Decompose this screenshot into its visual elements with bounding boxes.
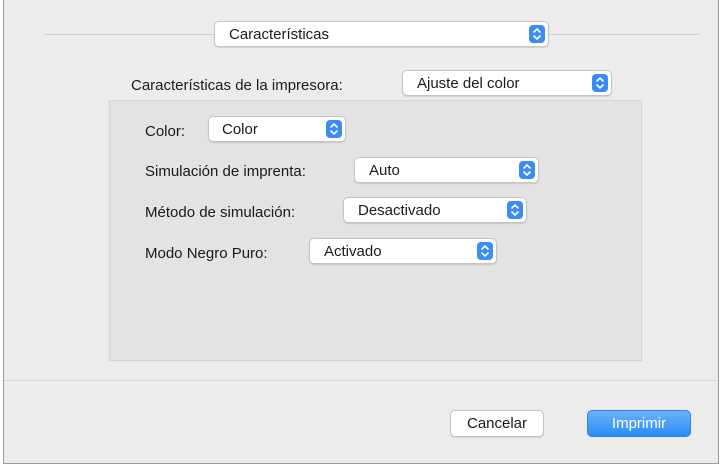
simulation-method-value: Desactivado	[358, 202, 441, 219]
updown-chevron-icon	[507, 201, 523, 219]
print-button[interactable]: Imprimir	[587, 410, 691, 437]
black-mode-value: Activado	[324, 243, 382, 260]
color-label: Color:	[145, 123, 186, 140]
top-separator-left	[44, 34, 214, 35]
section-select-value: Características	[229, 26, 330, 43]
printer-features-select[interactable]: Ajuste del color	[402, 70, 612, 96]
bottom-separator	[4, 380, 718, 381]
updown-chevron-icon	[326, 120, 342, 138]
updown-chevron-icon	[519, 161, 535, 179]
updown-chevron-icon	[529, 25, 545, 43]
cancel-button[interactable]: Cancelar	[450, 410, 544, 437]
color-select-value: Color	[222, 121, 258, 138]
color-select[interactable]: Color	[208, 116, 346, 142]
press-simulation-value: Auto	[369, 162, 400, 179]
updown-chevron-icon	[477, 242, 493, 260]
top-separator-right	[549, 34, 699, 35]
printer-features-label: Características de la impresora:	[131, 77, 343, 94]
section-select[interactable]: Características	[214, 21, 549, 47]
updown-chevron-icon	[592, 74, 608, 92]
printer-features-value: Ajuste del color	[417, 75, 520, 92]
settings-panel	[109, 100, 642, 361]
black-mode-label: Modo Negro Puro:	[145, 245, 268, 262]
print-dialog: Características Características de la im…	[3, 0, 719, 464]
black-mode-select[interactable]: Activado	[309, 238, 497, 264]
press-simulation-select[interactable]: Auto	[354, 157, 539, 183]
simulation-method-select[interactable]: Desactivado	[343, 197, 527, 223]
simulation-method-label: Método de simulación:	[145, 204, 296, 221]
press-simulation-label: Simulación de imprenta:	[145, 163, 306, 180]
